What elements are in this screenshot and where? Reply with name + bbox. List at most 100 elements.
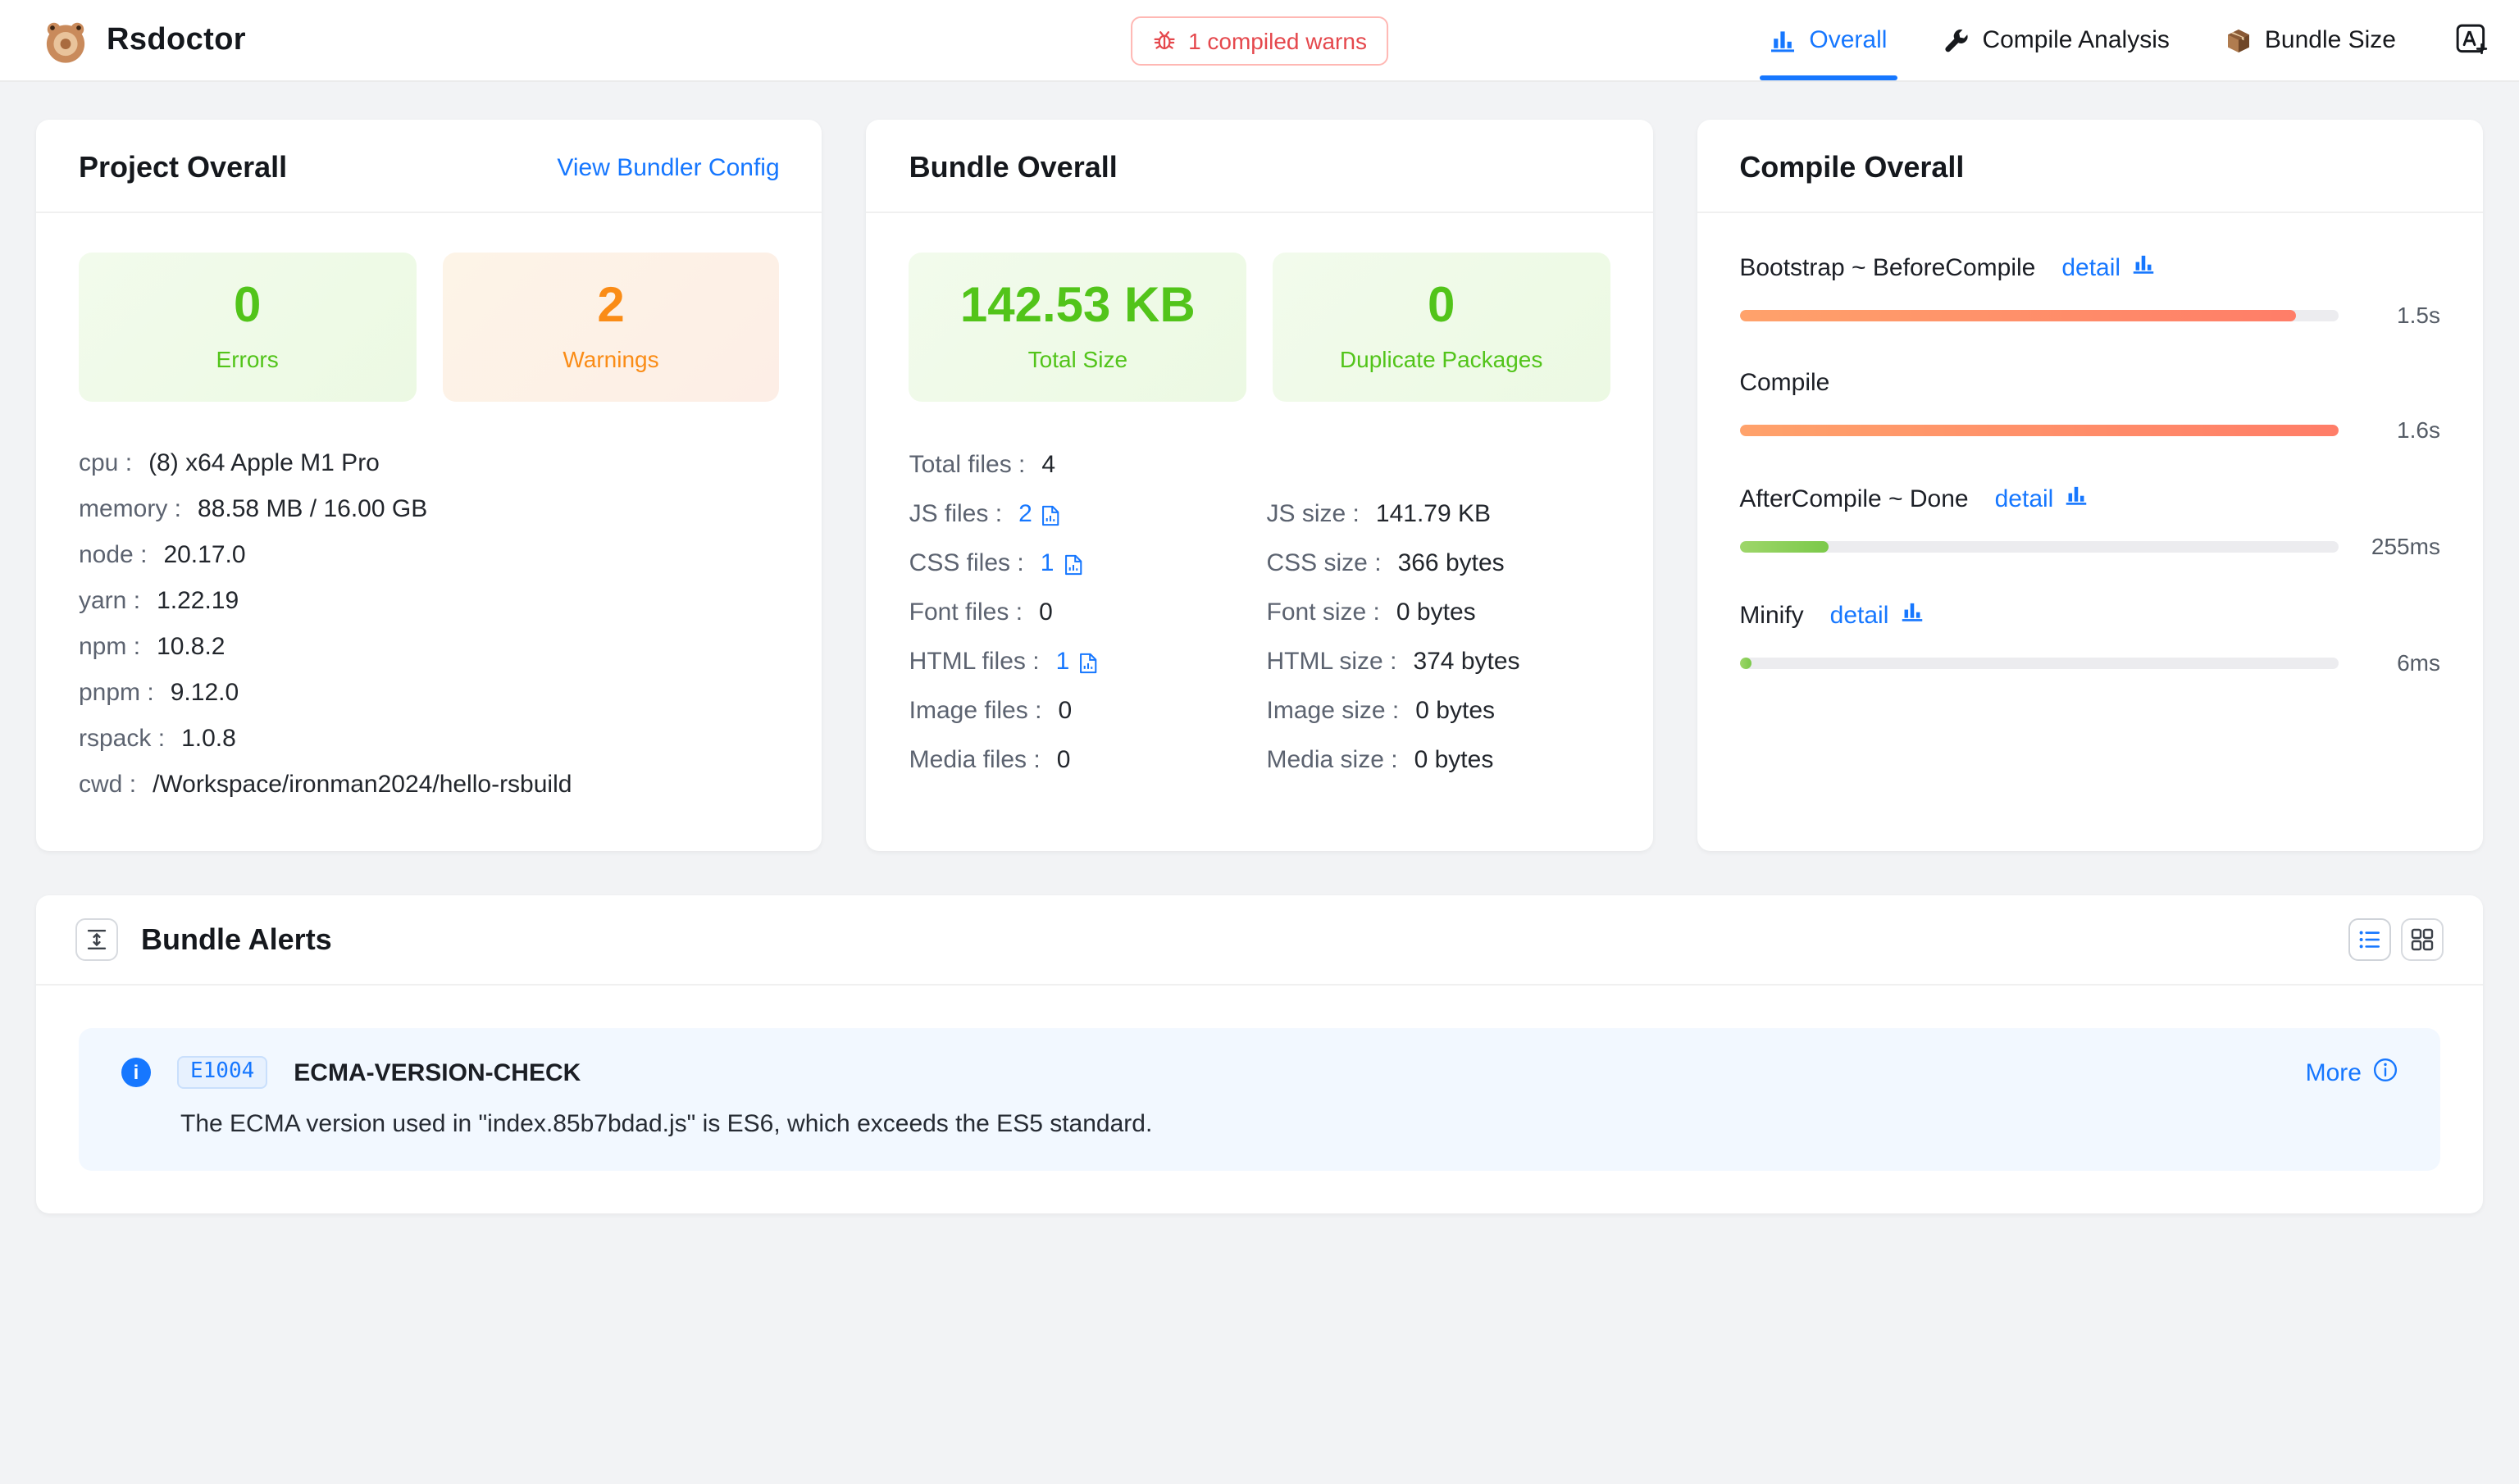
bundle-files-list: Total files4 JS files2 CSS files1 Font f… xyxy=(909,441,1267,785)
file-chart-icon xyxy=(1041,504,1062,526)
compile-stage-label: Minify xyxy=(1739,601,1803,629)
total-size-value: 142.53 KB xyxy=(960,282,1196,331)
tab-overall-label: Overall xyxy=(1809,26,1887,54)
progress-bar xyxy=(1739,309,2339,321)
files-value: 0 xyxy=(1039,589,1053,638)
total-size-label: Total Size xyxy=(1028,346,1127,372)
rsdoctor-logo-icon xyxy=(39,14,92,66)
list-view-button[interactable] xyxy=(2348,918,2391,961)
info-value: /Workspace/ironman2024/hello-rsbuild xyxy=(153,762,572,808)
info-label: cwd xyxy=(79,762,153,808)
tools-icon xyxy=(1943,27,1969,53)
files-value: 1 xyxy=(1056,638,1070,687)
files-label: CSS files xyxy=(909,539,1041,589)
size-row-html: HTML size374 bytes xyxy=(1267,638,1610,687)
html-files-link[interactable]: 1 xyxy=(1056,638,1100,687)
compile-overall-title: Compile Overall xyxy=(1739,151,1964,185)
bug-icon xyxy=(1152,28,1177,52)
top-navbar: Rsdoctor 1 compiled warns xyxy=(0,0,2519,82)
tab-overall[interactable]: Overall xyxy=(1770,0,1887,80)
info-value: 1.0.8 xyxy=(181,717,236,762)
package-icon xyxy=(2225,27,2252,53)
alert-item: i E1004 ECMA-VERSION-CHECK More xyxy=(79,1028,2440,1171)
grid-view-button[interactable] xyxy=(2401,918,2444,961)
brand-name: Rsdoctor xyxy=(107,22,246,58)
info-value: 88.58 MB / 16.00 GB xyxy=(198,487,427,533)
info-label: yarn xyxy=(79,579,157,625)
info-label: pnpm xyxy=(79,671,171,717)
size-label: Image size xyxy=(1267,687,1416,736)
warnings-label: Warnings xyxy=(563,346,658,372)
progress-bar xyxy=(1739,424,2339,435)
warnings-count: 2 xyxy=(597,282,624,331)
tab-compile-analysis-label: Compile Analysis xyxy=(1982,26,2169,54)
info-row-node: node20.17.0 xyxy=(79,533,780,579)
progress-bar xyxy=(1739,657,2339,668)
total-size-stat: 142.53 KB Total Size xyxy=(909,253,1246,402)
size-value: 0 bytes xyxy=(1396,589,1476,638)
translate-icon[interactable] xyxy=(2455,23,2489,57)
tab-bundle-size-label: Bundle Size xyxy=(2265,26,2396,54)
size-label: HTML size xyxy=(1267,638,1414,687)
info-value: 10.8.2 xyxy=(157,625,225,671)
detail-link[interactable]: detail xyxy=(2061,253,2120,281)
chart-detail-icon[interactable] xyxy=(2132,253,2155,282)
size-label: JS size xyxy=(1267,490,1376,539)
files-row-total: Total files4 xyxy=(909,441,1267,490)
chart-detail-icon[interactable] xyxy=(1900,600,1923,630)
file-chart-icon xyxy=(1062,553,1083,575)
files-row-media: Media files0 xyxy=(909,736,1267,785)
info-row-yarn: yarn1.22.19 xyxy=(79,579,780,625)
more-label: More xyxy=(2306,1058,2362,1086)
project-info-list: cpu(8) x64 Apple M1 Pro memory88.58 MB /… xyxy=(79,441,780,808)
tab-bundle-size[interactable]: Bundle Size xyxy=(2225,0,2396,80)
compiled-warns-badge[interactable]: 1 compiled warns xyxy=(1131,16,1388,65)
info-row-pnpm: pnpm9.12.0 xyxy=(79,671,780,717)
chart-detail-icon[interactable] xyxy=(2065,484,2088,513)
size-label: Media size xyxy=(1267,736,1414,785)
view-toggles xyxy=(2348,918,2444,961)
detail-link[interactable]: detail xyxy=(1830,601,1889,629)
project-overall-card: Project Overall View Bundler Config 0 Er… xyxy=(36,120,822,851)
info-row-cpu: cpu(8) x64 Apple M1 Pro xyxy=(79,441,780,487)
info-value: 20.17.0 xyxy=(163,533,245,579)
size-row-css: CSS size366 bytes xyxy=(1267,539,1610,589)
more-link[interactable]: More xyxy=(2306,1057,2398,1088)
info-label: rspack xyxy=(79,717,181,762)
files-value: 0 xyxy=(1058,687,1072,736)
alert-code-badge: E1004 xyxy=(177,1056,267,1089)
files-label: JS files xyxy=(909,490,1018,539)
files-value: 4 xyxy=(1041,441,1055,490)
rsdoctor-app: Rsdoctor 1 compiled warns xyxy=(0,0,2519,1484)
css-files-link[interactable]: 1 xyxy=(1041,539,1084,589)
duplicate-packages-stat: 0 Duplicate Packages xyxy=(1273,253,1610,402)
js-files-link[interactable]: 2 xyxy=(1018,490,1062,539)
tab-compile-analysis[interactable]: Compile Analysis xyxy=(1943,0,2169,80)
stage-duration: 6ms xyxy=(2358,649,2440,676)
size-row-image: Image size0 bytes xyxy=(1267,687,1610,736)
stage-duration: 1.5s xyxy=(2358,302,2440,328)
size-row-font: Font size0 bytes xyxy=(1267,589,1610,638)
files-row-image: Image files0 xyxy=(909,687,1267,736)
nav-menu: Overall Compile Analysis xyxy=(1770,0,2489,80)
compile-stage-label: AfterCompile ~ Done xyxy=(1739,485,1968,512)
size-row-media: Media size0 bytes xyxy=(1267,736,1610,785)
compile-row-bootstrap: Bootstrap ~ BeforeCompile detail 1.5s xyxy=(1739,253,2440,328)
files-value: 0 xyxy=(1057,736,1071,785)
stage-duration: 255ms xyxy=(2358,533,2440,559)
bundle-alerts-card: Bundle Alerts xyxy=(36,895,2483,1213)
info-value: 1.22.19 xyxy=(157,579,239,625)
brand[interactable]: Rsdoctor xyxy=(39,14,246,66)
detail-link[interactable]: detail xyxy=(1995,485,2054,512)
alert-title: ECMA-VERSION-CHECK xyxy=(294,1058,581,1086)
file-chart-icon xyxy=(1077,652,1099,673)
stage-duration: 1.6s xyxy=(2358,417,2440,443)
compile-overall-card: Compile Overall Bootstrap ~ BeforeCompil… xyxy=(1697,120,2483,851)
size-value: 141.79 KB xyxy=(1376,490,1491,539)
view-bundler-config-link[interactable]: View Bundler Config xyxy=(557,154,779,182)
info-label: node xyxy=(79,533,163,579)
expand-alerts-button[interactable] xyxy=(75,918,118,961)
size-label: CSS size xyxy=(1267,539,1398,589)
project-overall-title: Project Overall xyxy=(79,151,287,185)
files-value: 1 xyxy=(1041,539,1055,589)
